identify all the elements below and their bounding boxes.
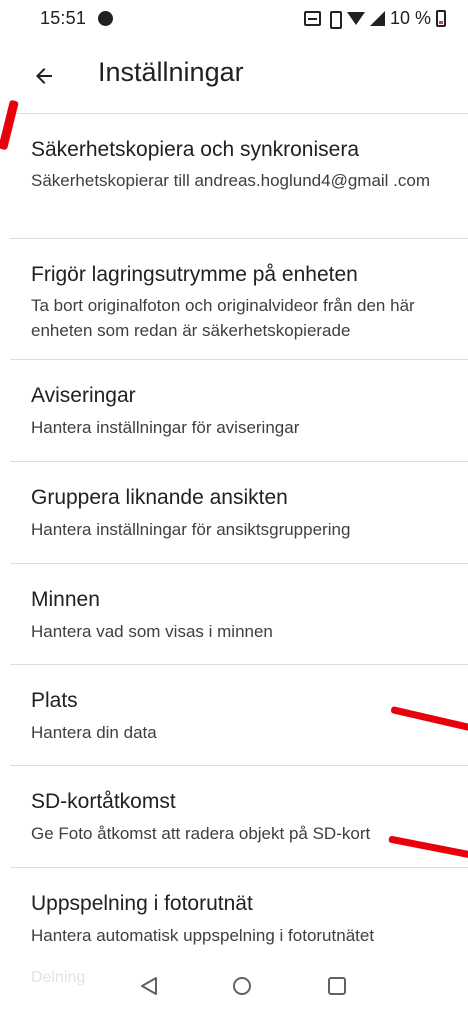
setting-title: Frigör lagringsutrymme på enheten <box>31 263 358 286</box>
wifi-icon <box>346 11 365 25</box>
setting-memories[interactable]: Minnen Hantera vad som visas i minnen <box>0 564 468 664</box>
setting-subtitle: Hantera inställningar för ansiktsgrupper… <box>31 520 351 539</box>
faded-tab-label: Delning <box>31 969 86 986</box>
setting-title: Uppspelning i fotorutnät <box>31 892 253 915</box>
app-bar: Inställningar <box>0 40 468 110</box>
vibrate-icon <box>326 10 342 29</box>
status-time: 15:51 <box>40 8 87 28</box>
setting-sd-card-access[interactable]: SD-kortåtkomst Ge Foto åtkomst att rader… <box>0 766 468 867</box>
setting-grid-playback[interactable]: Uppspelning i fotorutnät Hantera automat… <box>0 868 468 968</box>
battery-percent: 10 % <box>389 7 431 28</box>
setting-title: SD-kortåtkomst <box>31 790 176 813</box>
setting-face-grouping[interactable]: Gruppera liknande ansikten Hantera instä… <box>0 462 468 563</box>
setting-notifications[interactable]: Aviseringar Hantera inställningar för av… <box>0 360 468 461</box>
setting-title: Plats <box>31 689 78 712</box>
arrow-back-icon <box>36 68 52 84</box>
setting-subtitle: Hantera vad som visas i minnen <box>31 622 273 641</box>
volte-icon <box>303 10 321 26</box>
back-button[interactable] <box>26 58 62 94</box>
status-bar: 15:51 10 % <box>0 0 468 40</box>
setting-title: Minnen <box>31 588 100 611</box>
setting-subtitle: Säkerhetskopierar till andreas.hoglund4@… <box>31 171 431 190</box>
battery-icon <box>436 9 446 27</box>
setting-subtitle: Hantera automatisk uppspelning i fotorut… <box>31 926 375 945</box>
page-title: Inställningar <box>98 57 244 87</box>
setting-subtitle: Hantera din data <box>31 723 157 742</box>
signal-icon <box>369 10 385 26</box>
setting-subtitle: Hantera inställningar för aviseringar <box>31 418 300 437</box>
setting-subtitle: Ta bort originalfoton och originalvideor… <box>31 296 415 340</box>
recents-square-icon[interactable] <box>326 975 348 997</box>
setting-title: Gruppera liknande ansikten <box>31 486 288 509</box>
dnd-icon <box>98 11 113 26</box>
back-triangle-icon[interactable] <box>138 975 160 997</box>
setting-location[interactable]: Plats Hantera din data <box>0 665 468 765</box>
status-icons: 10 % <box>303 7 446 29</box>
setting-title: Säkerhetskopiera och synkronisera <box>31 138 360 161</box>
setting-backup-sync[interactable]: Säkerhetskopiera och synkronisera Säkerh… <box>0 114 468 238</box>
system-nav-bar: Delning <box>0 969 468 1011</box>
setting-free-up-space[interactable]: Frigör lagringsutrymme på enheten Ta bor… <box>0 239 468 359</box>
setting-title: Aviseringar <box>31 384 136 407</box>
home-circle-icon[interactable] <box>231 975 253 997</box>
